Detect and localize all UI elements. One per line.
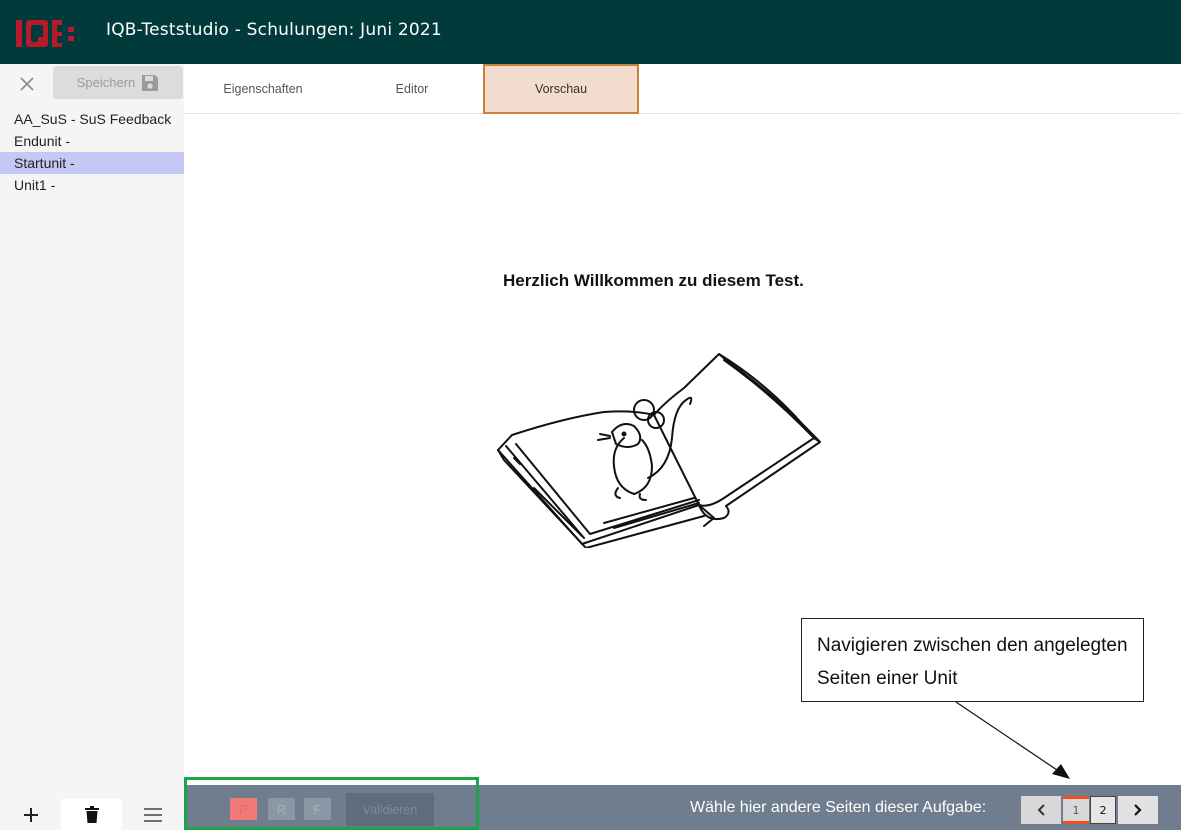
trash-icon [84,806,99,823]
tab-eigenschaften[interactable]: Eigenschaften [184,64,342,114]
unit-item-startunit[interactable]: Startunit - [0,152,184,174]
add-unit-button[interactable] [0,799,61,830]
save-button[interactable]: Speichern [53,66,183,99]
sidebar-toolbar: Speichern [0,64,184,102]
highlight-box [184,777,479,830]
unit-sidebar: Speichern AA_SuS - SuS Feedback Endunit … [0,64,184,830]
app-title: IQB-Teststudio - Schulungen: Juni 2021 [106,20,442,40]
menu-icon [143,807,162,822]
bottom-status-bar: P R F Validieren Wähle hier andere Seite… [184,777,1181,830]
navigation-callout: Navigieren zwischen den angelegten Seite… [801,618,1144,702]
unit-item-aa-sus[interactable]: AA_SuS - SuS Feedback [0,108,184,130]
delete-unit-button[interactable] [61,799,122,830]
save-label: Speichern [76,75,136,90]
app-header: IQB-Teststudio - Schulungen: Juni 2021 [0,0,1181,64]
menu-button[interactable] [122,799,183,830]
unit-item-unit1[interactable]: Unit1 - [0,174,184,196]
chevron-left-icon [1037,804,1045,816]
response-status-button[interactable]: R [268,798,295,820]
previous-page-button[interactable] [1021,796,1061,824]
tab-bar: Eigenschaften Editor Vorschau [184,64,1181,114]
book-mouse-illustration [497,353,821,548]
save-icon [142,74,159,91]
iqb-logo [16,20,74,47]
presentation-status-button[interactable]: P [230,798,257,820]
page-nav-label: Wähle hier andere Seiten dieser Aufgabe: [690,799,987,816]
next-page-button[interactable] [1118,796,1158,824]
page-button-2[interactable]: 2 [1090,796,1116,824]
welcome-heading: Herzlich Willkommen zu diesem Test. [503,271,804,290]
close-button[interactable] [14,72,40,96]
focus-status-button[interactable]: F [304,798,331,820]
tab-editor[interactable]: Editor [342,64,482,114]
unit-list: AA_SuS - SuS Feedback Endunit - Startuni… [0,108,184,196]
callout-arrow-icon [955,701,1070,779]
sidebar-bottom-toolbar [0,799,184,830]
close-icon [20,77,34,91]
plus-icon [23,807,38,822]
chevron-right-icon [1134,804,1142,816]
unit-item-endunit[interactable]: Endunit - [0,130,184,152]
page-button-1[interactable]: 1 [1063,796,1089,824]
tab-vorschau[interactable]: Vorschau [483,64,639,114]
validate-button[interactable]: Validieren [346,793,434,826]
